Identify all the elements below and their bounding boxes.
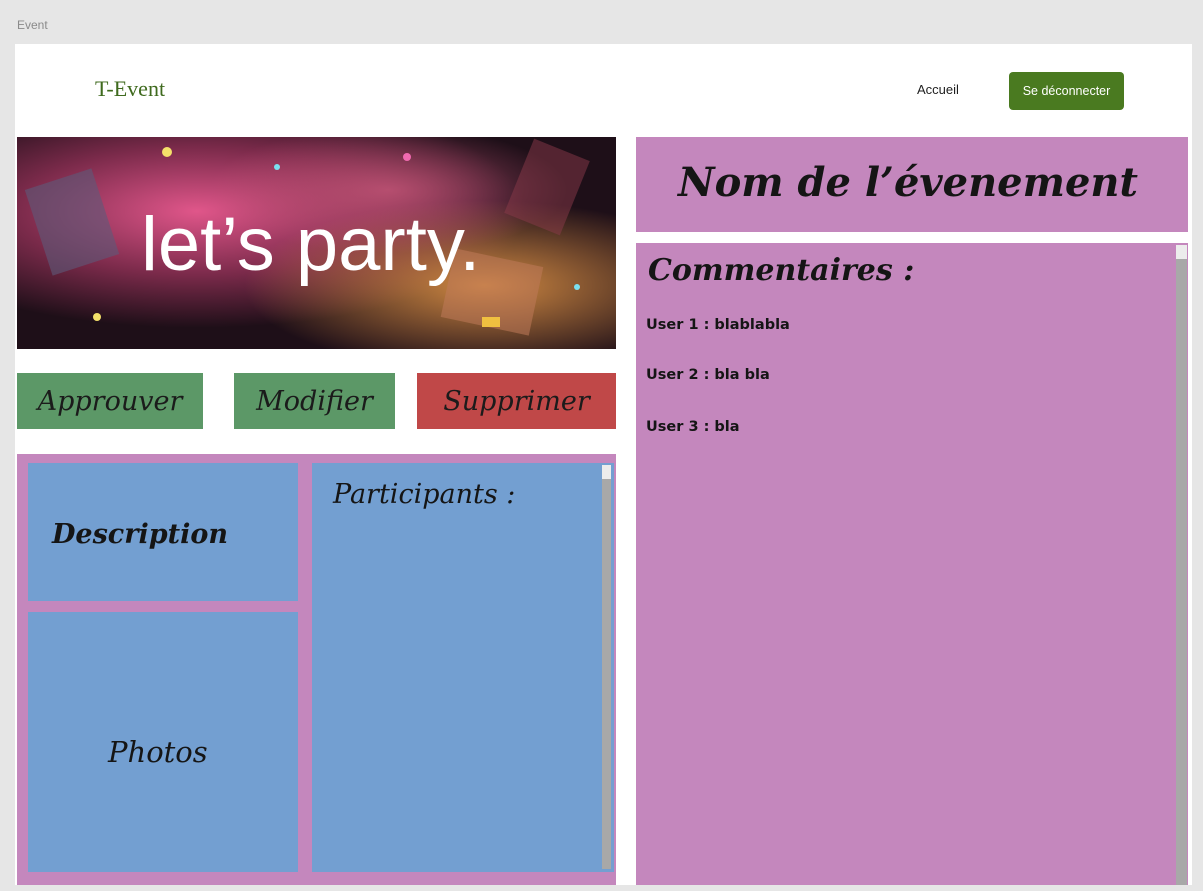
event-name: Nom de l’évenement [678, 159, 1138, 206]
nav-home-link[interactable]: Accueil [917, 82, 959, 97]
photos-label: Photos [108, 735, 208, 769]
participants-scrollbar-thumb[interactable] [602, 465, 611, 479]
event-page: T-Event Accueil Se déconnecter let’s par… [15, 44, 1192, 885]
description-panel: Description [28, 463, 298, 601]
comments-title: Commentaires : [648, 253, 915, 288]
party-photo: let’s party. [17, 137, 616, 349]
comments-panel: Commentaires : User 1 : blablabla User 2… [636, 243, 1188, 885]
comments-scrollbar[interactable] [1176, 245, 1187, 885]
comment-item: User 3 : bla [646, 419, 740, 435]
logout-button[interactable]: Se déconnecter [1009, 72, 1124, 110]
participants-panel: Participants : [312, 463, 614, 872]
comment-item: User 1 : blablabla [646, 317, 790, 333]
event-banner-image: let’s party. [17, 137, 616, 349]
photos-panel: Photos [28, 612, 298, 872]
window-title: Event [17, 18, 48, 32]
delete-button[interactable]: Supprimer [417, 373, 616, 429]
participants-label: Participants : [333, 479, 516, 510]
event-details-section: Description Photos Participants : [17, 454, 616, 885]
edit-button[interactable]: Modifier [234, 373, 395, 429]
comments-scrollbar-thumb[interactable] [1176, 245, 1187, 259]
banner-text: let’s party. [141, 202, 480, 287]
participants-scrollbar[interactable] [602, 465, 611, 869]
description-label: Description [52, 519, 228, 550]
comment-item: User 2 : bla bla [646, 367, 770, 383]
brand-logo[interactable]: T-Event [95, 76, 165, 102]
approve-button[interactable]: Approuver [17, 373, 203, 429]
event-name-panel: Nom de l’évenement [636, 137, 1188, 232]
